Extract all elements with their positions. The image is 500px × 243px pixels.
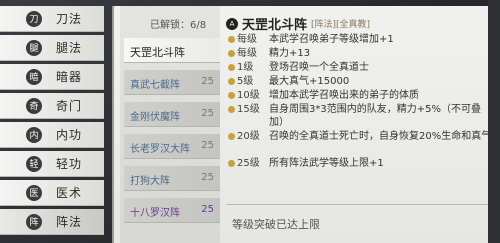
dart-icon: 暗 (26, 68, 42, 85)
category-label: 轻功 (56, 157, 83, 171)
category-label: 医术 (56, 186, 83, 200)
blade-icon: 刀 (26, 10, 42, 27)
effect-level: 20级 (237, 131, 260, 142)
medicine-icon: 医 (26, 184, 42, 201)
effect-level: 10级 (237, 90, 260, 101)
category-kick[interactable]: 腿 腿法 (0, 35, 104, 61)
bullet-icon (228, 92, 235, 99)
formation-name: 十八罗汉阵 (130, 208, 180, 219)
effect-text: 召唤的全真道士死亡时，自身恢复20%生命和真气 (269, 131, 492, 142)
bullet-icon (228, 36, 235, 43)
effect-level: 1级 (237, 62, 254, 73)
effect-row: 5级 最大真气+15000 (228, 75, 494, 88)
bullet-icon (228, 64, 235, 71)
formation-level: 25 (201, 172, 214, 183)
effect-row: 1级 登场召唤一个全真道士 (228, 61, 494, 74)
effect-level: 25级 (237, 158, 260, 169)
category-formation[interactable]: 阵 阵法 (0, 209, 104, 235)
formation-level: 25 (201, 204, 214, 215)
category-label: 腿法 (56, 41, 83, 55)
effect-text: 最大真气+15000 (269, 76, 350, 87)
effect-row: 每级 精力+13 (228, 47, 494, 60)
effect-level: 15级 (237, 104, 260, 115)
effect-text: 自身周围3*3范围内的队友，精力+5%（不可叠加） (269, 104, 481, 128)
effect-text: 本武学召唤弟子等级增加+1 (269, 34, 394, 45)
formation-item[interactable]: 金刚伏魔阵 25 (124, 102, 220, 127)
effect-row: 20级 召唤的全真道士死亡时，自身恢复20%生命和真气 (228, 130, 494, 143)
internal-icon: 内 (26, 126, 42, 143)
category-label: 阵法 (56, 215, 83, 229)
formation-level: 25 (201, 108, 214, 119)
unlock-counter: 已解锁：6/8 (150, 20, 207, 31)
effect-row: 15级 自身周围3*3范围内的队友，精力+5%（不可叠加） (228, 103, 494, 129)
effect-text: 登场召唤一个全真道士 (269, 62, 369, 73)
category-medicine[interactable]: 医 医术 (0, 180, 104, 206)
category-label: 内功 (56, 128, 83, 142)
formation-name: 天罡北斗阵 (130, 46, 185, 59)
formation-name: 金刚伏魔阵 (130, 112, 180, 123)
category-dart[interactable]: 暗 暗器 (0, 64, 104, 90)
bullet-icon (228, 160, 235, 167)
effect-text: 所有阵法武学等级上限+1 (269, 158, 384, 169)
lightfoot-icon: 轻 (26, 155, 42, 172)
kick-icon: 腿 (26, 39, 42, 56)
category-label: 奇门 (56, 99, 83, 113)
effect-text: 精力+13 (269, 48, 311, 59)
category-qimen[interactable]: 奇 奇门 (0, 93, 104, 119)
detail-pane: A 天罡北斗阵 [阵法][全真教] 每级 本武学召唤弟子等级增加+1 每级 精力… (222, 6, 491, 243)
formation-level: 25 (201, 76, 214, 87)
bullet-icon (228, 133, 235, 140)
formation-item[interactable]: 长老罗汉大阵 25 (124, 134, 220, 159)
category-label: 暗器 (56, 70, 83, 84)
scrollbar[interactable] (488, 0, 500, 243)
category-label: 刀法 (56, 12, 83, 26)
effect-text: 增加本武学召唤出来的弟子的体质 (269, 90, 419, 101)
formation-name: 真武七截阵 (130, 80, 180, 91)
formation-level: 25 (201, 140, 214, 151)
formation-list: 已解锁：6/8 天罡北斗阵 真武七截阵 25 金刚伏魔阵 25 长老罗汉大阵 2… (120, 6, 220, 243)
formation-item[interactable]: 十八罗汉阵 25 (124, 198, 220, 223)
effect-level: 每级 (237, 48, 257, 59)
qimen-icon: 奇 (26, 97, 42, 114)
formation-icon: 阵 (26, 213, 42, 230)
detail-header: A 天罡北斗阵 [阵法][全真教] (226, 14, 370, 33)
effect-row: 25级 所有阵法武学等级上限+1 (228, 157, 494, 170)
effect-level: 每级 (237, 34, 257, 45)
school-emblem-icon: A (226, 17, 238, 30)
bullet-icon (228, 106, 235, 113)
bullet-icon (228, 50, 235, 57)
effect-level: 5级 (237, 76, 254, 87)
detail-tag: [阵法][全真教] (311, 20, 371, 30)
formation-name: 打狗大阵 (130, 176, 170, 187)
max-level-notice: 等级突破已达上限 (226, 204, 488, 234)
category-internal[interactable]: 内 内功 (0, 122, 104, 148)
main-panel: 已解锁：6/8 天罡北斗阵 真武七截阵 25 金刚伏魔阵 25 长老罗汉大阵 2… (112, 6, 491, 243)
formation-item[interactable]: 真武七截阵 25 (124, 70, 220, 95)
detail-title: 天罡北斗阵 (242, 18, 308, 33)
effect-row: 10级 增加本武学召唤出来的弟子的体质 (228, 89, 494, 102)
bullet-icon (228, 78, 235, 85)
formation-item[interactable]: 打狗大阵 25 (124, 166, 220, 191)
category-lightfoot[interactable]: 轻 轻功 (0, 151, 104, 177)
category-panel: 刀 刀法 腿 腿法 暗 暗器 奇 奇门 内 内功 轻 轻功 医 医术 阵 阵法 (0, 0, 112, 243)
formation-item[interactable]: 天罡北斗阵 (124, 38, 220, 63)
effect-row: 每级 本武学召唤弟子等级增加+1 (228, 33, 494, 46)
category-blade[interactable]: 刀 刀法 (0, 6, 104, 32)
formation-name: 长老罗汉大阵 (130, 144, 190, 155)
